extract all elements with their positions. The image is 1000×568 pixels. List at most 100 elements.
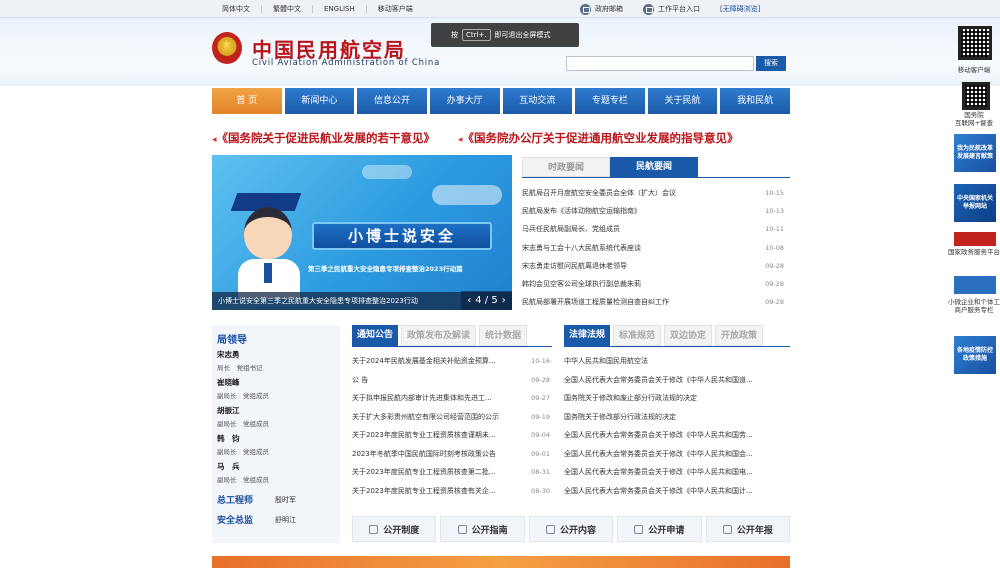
list-item[interactable]: 民航局部署开展场道工程质量检测自查自纠工作 09-28 (522, 293, 784, 311)
tab-notices[interactable]: 通知公告 (352, 325, 399, 346)
tab-current-affairs[interactable]: 时政要闻 (522, 157, 610, 177)
banner-tagline: 第三季之民航重大安全隐患专项排查整治2023行动篇 (308, 265, 463, 273)
banner-carousel[interactable]: 小博士说安全 第三季之民航重大安全隐患专项排查整治2023行动篇 小博士说安全第… (212, 155, 512, 310)
nav-news[interactable]: 新闻中心 (284, 88, 355, 114)
lang-traditional-link[interactable]: 繁體中文 (262, 5, 313, 13)
nav-topics[interactable]: 专题专栏 (575, 88, 645, 114)
list-item[interactable]: 关于2024年民航发展基金相关补贴资金预算... 10-16 (352, 352, 550, 371)
nav-info-public[interactable]: 信息公开 (357, 88, 427, 114)
workstation-icon (643, 3, 654, 15)
prev-arrow-icon[interactable]: ‹ (467, 295, 471, 306)
list-item[interactable]: 公 告 09-28 (352, 371, 550, 390)
nav-interaction[interactable]: 互动交流 (502, 88, 573, 114)
mobile-client-link[interactable]: 移动客户端 (367, 5, 424, 13)
public-system-button[interactable]: 公开制度 (352, 516, 437, 542)
gov-service-logo-icon (954, 232, 996, 246)
qr-label-council[interactable]: 国务院 互联网+督查 (948, 111, 1000, 127)
leader-role: 副局长 党组成员 (217, 476, 269, 484)
leader-name[interactable]: 崔晓峰 (217, 377, 240, 388)
nav-home[interactable]: 首 页 (212, 88, 282, 114)
bulletin-list: 关于2024年民航发展基金相关补贴资金预算... 10-16 公 告 09-28 关… (352, 352, 550, 500)
sidebar-banner-suggestions[interactable]: 我为民航改革发展建言献策 (954, 134, 996, 172)
safety-director-name[interactable]: 舒明江 (275, 515, 296, 525)
tab-laws[interactable]: 法律法规 (564, 325, 611, 346)
news-list: 民航局召开月度航空安全委员会全体（扩大）会议 10-15 民航局发布《活体动物航空… (522, 184, 784, 311)
sidebar-banner-report[interactable]: 中央国家机关举报网站 (954, 184, 996, 222)
pager-count: 4 / 5 (475, 295, 498, 306)
leaders-panel: 局领导 宋志勇 局长 党组书记 崔晓峰 副局长 党组成员 胡振江 副局长 党组成… (212, 325, 340, 543)
toast-pre: 按 (451, 31, 458, 39)
list-item[interactable]: 全国人民代表大会常务委员会关于修改《中华人民共和国电... (564, 463, 786, 482)
list-item[interactable]: 2023年冬航季中国民航国际时刻考核政策公告 09-01 (352, 445, 550, 464)
tab-open-policy[interactable]: 开放政策 (715, 325, 764, 346)
list-item[interactable]: 国务院关于修改和废止部分行政法规的决定 (564, 389, 786, 408)
cartoon-tie (264, 263, 272, 283)
leader-name[interactable]: 宋志勇 (217, 349, 240, 360)
qr-code-icon (962, 82, 990, 110)
public-guide-button[interactable]: 公开指南 (440, 516, 525, 542)
public-report-button[interactable]: 公开年报 (705, 516, 791, 542)
tab-aviation-news[interactable]: 民航要闻 (610, 157, 698, 177)
tab-statistics[interactable]: 统计数据 (479, 325, 528, 346)
tab-policy[interactable]: 政策发布及解读 (401, 325, 477, 346)
banner-pager: ‹ 4 / 5 › (461, 291, 512, 310)
law-list: 中华人民共和国民用航空法 全国人民代表大会常务委员会关于修改《中华人民共和国道.… (564, 352, 786, 500)
list-item[interactable]: 关于2023年度民航专业工程资质核查有关企... 08-30 (352, 482, 550, 501)
sidebar-banner-epidemic[interactable]: 各地疫情防控政策措施 (954, 336, 996, 374)
public-content-button[interactable]: 公开内容 (528, 516, 614, 542)
bulletin-divider (352, 346, 552, 347)
list-item[interactable]: 全国人民代表大会常务委员会关于修改《中华人民共和国计... (564, 482, 786, 501)
list-item[interactable]: 宋志勇走访慰问民航离退休老领导 09-28 (522, 257, 784, 275)
public-apply-button[interactable]: 公开申请 (617, 516, 702, 542)
accessible-link[interactable]: [无障碍浏览] (720, 4, 760, 14)
mail-icon (580, 3, 591, 15)
nav-about[interactable]: 关于民航 (647, 88, 718, 114)
chief-engineer-name[interactable]: 殷时军 (275, 495, 296, 505)
qr-label-mobile[interactable]: 移动客户端 (948, 66, 1000, 74)
small-business-logo-icon (954, 276, 996, 294)
list-item[interactable]: 关于拟申报民航内部审计先进集体和先进工... 09-27 (352, 389, 550, 408)
next-arrow-icon[interactable]: › (502, 295, 506, 306)
list-item[interactable]: 关于2023年度民航专业工程资质核查第二批... 08-31 (352, 463, 550, 482)
list-item[interactable]: 宋志勇与工会十八大民航系统代表座谈 10-08 (522, 239, 784, 257)
headline-link-1[interactable]: ◂《国务院关于促进民航业发展的若干意见》 (212, 130, 435, 146)
banner-board-title: 小博士说安全 (312, 222, 492, 250)
sidebar-small-business[interactable]: 小微企业和个体工商户服务专栏 (948, 298, 1000, 314)
list-item[interactable]: 韩钧会见空客公司全球执行副总裁朱莉 09-28 (522, 275, 784, 293)
leader-name[interactable]: 马 兵 (217, 461, 240, 472)
leader-role: 副局长 党组成员 (217, 420, 269, 428)
nav-me-and-caac[interactable]: 我和民航 (720, 88, 790, 114)
public-info-buttons: 公开制度 公开指南 公开内容 公开申请 公开年报 (352, 516, 791, 542)
list-item[interactable]: 关于扩大多彩贵州航空有限公司经营范围的公示 09-19 (352, 408, 550, 427)
tab-bilateral[interactable]: 双边协定 (664, 325, 713, 346)
language-links: 简体中文 繁體中文 ENGLISH 移动客户端 (212, 0, 424, 18)
nav-service-hall[interactable]: 办事大厅 (429, 88, 500, 114)
list-item[interactable]: 国务院关于修改部分行政法规的决定 (564, 408, 786, 427)
list-item[interactable]: 民航局发布《活体动物航空运输指南》 10-13 (522, 202, 784, 220)
list-item[interactable]: 中华人民共和国民用航空法 (564, 352, 786, 371)
list-item[interactable]: 全国人民代表大会常务委员会关于修改《中华人民共和国会... (564, 445, 786, 464)
list-item[interactable]: 全国人民代表大会常务委员会关于修改《中华人民共和国劳... (564, 426, 786, 445)
cloud-shape (432, 185, 502, 205)
gov-mail-link[interactable]: 政府邮箱 (595, 4, 623, 14)
list-item[interactable]: 关于2023年度民航专业工程资质核查谨期未... 09-04 (352, 426, 550, 445)
headline-link-2[interactable]: ◂《国务院办公厅关于促进通用航空业发展的指导意见》 (458, 130, 739, 146)
bottom-banner-strip[interactable] (212, 556, 790, 568)
work-platform-link[interactable]: 工作平台入口 (658, 4, 700, 14)
top-right-links: 政府邮箱 工作平台入口 [无障碍浏览] (580, 0, 760, 18)
list-item[interactable]: 马兵任民航局副局长、党组成员 10-11 (522, 220, 784, 238)
sidebar-gov-service[interactable]: 国家政务服务平台 (948, 248, 1000, 256)
lang-english-link[interactable]: ENGLISH (313, 5, 367, 13)
main-nav: 首 页 新闻中心 信息公开 办事大厅 互动交流 专题专栏 关于民航 我和民航 (212, 88, 790, 114)
banner-caption[interactable]: 小博士说安全第三季之民航重大安全隐患专项排查整治2023行动 (218, 292, 418, 310)
list-item[interactable]: 全国人民代表大会常务委员会关于修改《中华人民共和国道... (564, 371, 786, 390)
search-input[interactable] (566, 56, 754, 71)
lang-simplified-link[interactable]: 简体中文 (212, 5, 262, 13)
leader-name[interactable]: 胡振江 (217, 405, 240, 416)
cloud-shape (362, 165, 412, 179)
leader-name[interactable]: 韩 钧 (217, 433, 240, 444)
news-tab-divider (522, 177, 790, 178)
tab-standards[interactable]: 标准规范 (613, 325, 662, 346)
search-button[interactable]: 搜索 (756, 56, 786, 71)
list-item[interactable]: 民航局召开月度航空安全委员会全体（扩大）会议 10-15 (522, 184, 784, 202)
